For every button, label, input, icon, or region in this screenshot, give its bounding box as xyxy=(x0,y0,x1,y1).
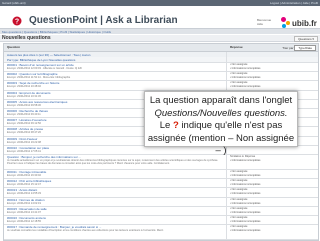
question-meta: Envoyé: 22/01/2012 14:55:33 xyxy=(7,192,41,196)
status-line: • Non assignée xyxy=(230,216,248,219)
status-line: • Non assignée xyxy=(230,81,248,85)
question-cell: #00014 : Normes de citation Envoyé: 22/01… xyxy=(4,197,226,206)
column-header-question[interactable]: Question xyxy=(7,45,20,49)
status-line: • Informations incomplètes xyxy=(230,229,261,233)
status-line: • Informations incomplètes xyxy=(230,67,261,70)
current-user[interactable]: Gérard (ubib-unit) xyxy=(2,1,26,5)
sort-select[interactable]: Type/Date xyxy=(294,45,316,51)
question-cell: #00016 : Documents anciens Envoyé: 22/01/… xyxy=(4,215,226,224)
status-cell: • Non assignée • Informations incomplètes xyxy=(226,178,319,188)
status-line: • Informations incomplètes xyxy=(230,159,261,162)
status-cell: • Non assignée • Informations incomplètes xyxy=(226,215,319,225)
question-meta: Envoyé: 23/01/2012 10:48:02 xyxy=(7,85,41,89)
status-line: • Informations incomplètes xyxy=(230,76,261,80)
question-cell: #00012 : Prêt entre bibliothèques Envoyé:… xyxy=(4,178,226,187)
svg-text:?: ? xyxy=(15,19,19,26)
question-meta: Envoyé: 22/01/2012 16:30:02 xyxy=(7,174,41,177)
question-cell: #00013 : Accès distant Envoyé: 22/01/2012… xyxy=(4,187,226,196)
status-line: • Non assignée xyxy=(230,63,248,66)
question-meta: Envoyé: 22/01/2012 15:12:47 xyxy=(7,183,41,187)
welcome-links: Bienvenue Aide xyxy=(257,18,271,26)
question-cell: #00011 : Ouvrage introuvable Envoyé: 22/0… xyxy=(4,169,226,178)
sort-label: Trier par xyxy=(282,46,294,50)
question-meta: Envoyé: 22/01/2012 14:02:19 xyxy=(7,201,41,205)
status-line: • Non assignée xyxy=(230,170,248,173)
top-links[interactable]: Logout | Administration | Aide | Profil xyxy=(270,1,318,5)
question-meta: Envoyé: 23/01/2012 12:00:03 · Affectée à… xyxy=(7,67,83,70)
callout-line-1: La question apparaît dans l'onglet xyxy=(149,95,293,106)
question-meta: Envoyé: 23/01/2012 11:52:14 · Mots-clés:… xyxy=(7,76,71,80)
status-line: • Informations incomplètes xyxy=(230,183,261,187)
callout-line-2: Questions/Nouvelles questions. xyxy=(154,107,288,119)
nav-bar: Mes questions | Questions | Bibliothèque… xyxy=(0,28,320,34)
question-mark-logo-icon: ? xyxy=(12,16,22,26)
page-title: Nouvelles questions xyxy=(2,35,51,41)
status-cell: • Non assignée • Informations incomplètes xyxy=(226,187,319,197)
status-line: • Informations incomplètes xyxy=(230,220,261,223)
question-cell: #00003 : Sujet de recherche en histoire E… xyxy=(4,80,226,89)
callout-line-3: Le ? indique qu'elle n'est pas xyxy=(145,120,297,133)
status-cell: • Non assignée • Informations incomplètes xyxy=(226,62,319,72)
ubib-dot-icon xyxy=(286,21,290,25)
question-meta: Je travaille actuellement sur un projet … xyxy=(7,159,219,166)
question-cell: #00017 : Demande de renseignement : Bonj… xyxy=(4,224,226,239)
status-cell: • Non assignée • Informations incomplètes xyxy=(226,205,319,215)
question-cell: #00001 : Besoin d'un renseignement sur u… xyxy=(4,62,226,71)
status-cell: • Non assignée • Informations incomplètes xyxy=(226,169,319,179)
nav-links[interactable]: Mes questions | Questions | Bibliothèque… xyxy=(2,30,111,34)
questions-dropdown[interactable]: Questions ▾ xyxy=(294,36,318,42)
help-link[interactable]: Aide xyxy=(257,22,271,26)
status-line: • Non assignée xyxy=(230,188,248,192)
callout-text: indique qu'elle n'est pas xyxy=(178,120,283,131)
status-line: • Non assignée xyxy=(230,206,248,210)
status-line: • Informations incomplètes xyxy=(230,192,261,196)
status-cell: • Non assignée • Informations incomplètes xyxy=(226,196,319,206)
callout-text: Le xyxy=(159,120,173,131)
status-cell: • Non assignée • Informations incomplètes xyxy=(226,71,319,81)
status-line: • Non assignée xyxy=(230,72,248,76)
question-meta: Envoyé: 22/01/2012 13:41:07 xyxy=(7,210,41,214)
status-line: • Informations incomplètes xyxy=(230,85,261,89)
status-line: • Non assignée xyxy=(230,179,248,183)
question-cell: #00002 : Question sur la bibliographie En… xyxy=(4,71,226,80)
question-cell: #00015 : Réservation de salle Envoyé: 22/… xyxy=(4,206,226,215)
status-line: • Informations incomplètes xyxy=(230,174,261,177)
question-meta: Envoyé: 22/01/2012 12:18:55 xyxy=(7,220,41,223)
table-header: Question Réponse Trier par Type/Date xyxy=(4,44,318,52)
callout-line-4: assignée (mention – Non assignée – ) xyxy=(147,132,295,157)
question-meta: Je voudrais connaître les modalités d'in… xyxy=(7,229,164,233)
status-line: • Informations incomplètes xyxy=(230,201,261,205)
annotation-callout: La question apparaît dans l'onglet Quest… xyxy=(144,91,298,156)
ubib-text: ubib.fr xyxy=(292,19,317,28)
status-line: • Informations incomplètes xyxy=(230,210,261,214)
status-line: • Non assignée xyxy=(230,225,248,229)
logo-text: QuestionPoint | Ask a Librarian xyxy=(29,15,178,26)
status-cell: • Non assignée • Informations incomplètes xyxy=(226,224,319,240)
status-line: • Non assignée xyxy=(230,197,248,201)
column-header-answer[interactable]: Réponse xyxy=(230,45,243,49)
sort-control: Trier par Type/Date xyxy=(282,45,316,51)
section-header: Nouvelles questions Questions ▾ xyxy=(0,35,320,42)
table-row[interactable]: #00017 : Demande de renseignement : Bonj… xyxy=(4,224,319,241)
header: ? QuestionPoint | Ask a Librarian Bienve… xyxy=(0,6,320,31)
status-cell: • Non assignée • Informations incomplètes xyxy=(226,80,319,90)
